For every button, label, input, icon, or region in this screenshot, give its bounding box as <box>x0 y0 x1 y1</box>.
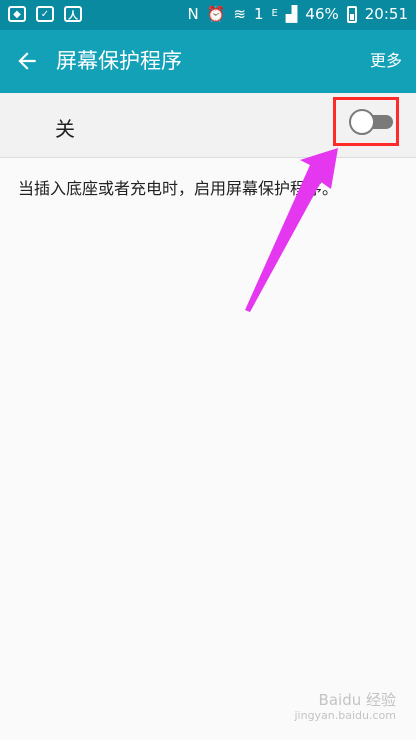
clock: 20:51 <box>364 5 408 23</box>
check-app-icon: ✓ <box>36 6 54 22</box>
cube-app-icon: ◆ <box>8 6 26 22</box>
system-icons: N ⏰ ≋ 1 E ▟ 46% 20:51 <box>188 5 409 23</box>
page-title: 屏幕保护程序 <box>56 49 182 73</box>
wifi-icon: ≋ <box>233 5 246 23</box>
description-text: 当插入底座或者充电时，启用屏幕保护程序。 <box>18 179 339 198</box>
screensaver-toggle-row[interactable]: 关 <box>0 93 416 158</box>
data-indicator: 1 <box>254 5 264 23</box>
battery-percent: 46% <box>305 5 339 23</box>
watermark: Baidu 经验 jingyan.baidu.com <box>294 692 396 724</box>
signal-icon: ▟ <box>285 5 298 23</box>
app-bar: 屏幕保护程序 更多 <box>0 30 416 93</box>
watermark-logo-text: Baidu 经验 <box>318 691 396 709</box>
battery-icon <box>346 5 357 23</box>
status-bar: ◆ ✓ 人 N ⏰ ≋ 1 E ▟ 46% 20:51 <box>0 0 416 30</box>
highlight-box <box>333 97 399 146</box>
toggle-state-label: 关 <box>55 117 75 141</box>
more-button[interactable]: 更多 <box>370 50 402 72</box>
alarm-icon: ⏰ <box>206 5 226 23</box>
network-type-label: E <box>271 8 278 19</box>
back-arrow-icon[interactable] <box>14 48 40 74</box>
runner-icon: 人 <box>64 6 82 22</box>
nfc-icon: N <box>187 5 199 23</box>
notification-icons: ◆ ✓ 人 <box>8 6 82 22</box>
watermark-url: jingyan.baidu.com <box>294 709 396 722</box>
